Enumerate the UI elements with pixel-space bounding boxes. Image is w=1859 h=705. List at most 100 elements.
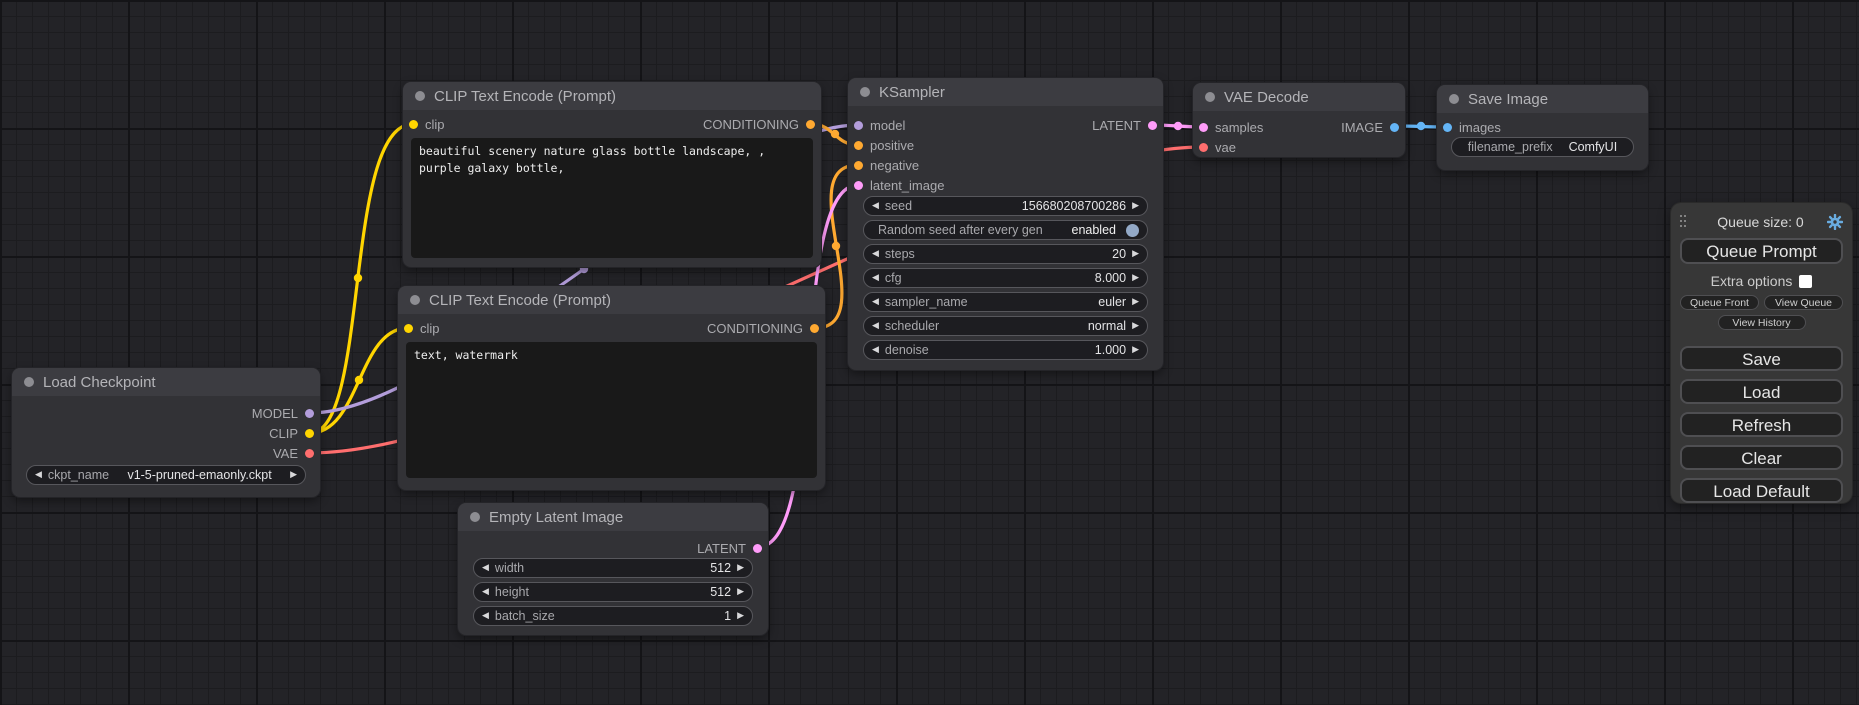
collapse-dot-icon[interactable] [470, 512, 480, 522]
node-empty-latent-titlebar[interactable]: Empty Latent Image [458, 503, 768, 531]
latent-output-label: LATENT [697, 541, 746, 556]
drag-handle-icon[interactable] [1680, 215, 1688, 230]
collapse-dot-icon[interactable] [1449, 94, 1459, 104]
random-seed-label: Random seed after every gen [878, 223, 1043, 237]
latent-output-port[interactable] [1148, 121, 1157, 130]
clip-input-port[interactable] [404, 324, 413, 333]
positive-input-label: positive [870, 138, 914, 153]
collapse-dot-icon[interactable] [415, 91, 425, 101]
node-clip-positive-titlebar[interactable]: CLIP Text Encode (Prompt) [403, 82, 821, 110]
sampler-name-widget[interactable]: ◀ sampler_name euler ▶ [863, 292, 1148, 312]
queue-size-label: Queue size: 0 [1694, 214, 1827, 230]
load-default-button[interactable]: Load Default [1680, 478, 1843, 503]
denoise-label: denoise [885, 343, 929, 357]
model-output-port[interactable] [305, 409, 314, 418]
clear-button[interactable]: Clear [1680, 445, 1843, 470]
conditioning-output-port[interactable] [806, 120, 815, 129]
vae-input-label: vae [1215, 140, 1236, 155]
cfg-value: 8.000 [1095, 271, 1126, 285]
increment-arrow-icon[interactable]: ▶ [290, 470, 297, 480]
batch-size-label: batch_size [495, 609, 555, 623]
node-clip-negative-titlebar[interactable]: CLIP Text Encode (Prompt) [398, 286, 825, 314]
toggle-knob-icon[interactable] [1126, 224, 1139, 237]
model-input-port[interactable] [854, 121, 863, 130]
increment-arrow-icon[interactable]: ▶ [1132, 345, 1139, 355]
conditioning-output-port[interactable] [810, 324, 819, 333]
refresh-button[interactable]: Refresh [1680, 412, 1843, 437]
scheduler-widget[interactable]: ◀ scheduler normal ▶ [863, 316, 1148, 336]
latent-image-input-port[interactable] [854, 181, 863, 190]
positive-input-port[interactable] [854, 141, 863, 150]
node-save-image-titlebar[interactable]: Save Image [1437, 85, 1648, 113]
positive-prompt-text[interactable]: beautiful scenery nature glass bottle la… [411, 138, 813, 258]
width-widget[interactable]: ◀ width 512 ▶ [473, 558, 753, 578]
samples-input-port[interactable] [1199, 123, 1208, 132]
queue-front-button[interactable]: Queue Front [1680, 295, 1759, 310]
batch-size-widget[interactable]: ◀ batch_size 1 ▶ [473, 606, 753, 626]
view-history-button[interactable]: View History [1718, 315, 1806, 330]
images-input-port[interactable] [1443, 123, 1452, 132]
clip-output-port[interactable] [305, 429, 314, 438]
image-output-port[interactable] [1390, 123, 1399, 132]
node-load-checkpoint-titlebar[interactable]: Load Checkpoint [12, 368, 320, 396]
node-clip-text-encode-negative: CLIP Text Encode (Prompt) clip CONDITION… [398, 286, 825, 490]
decrement-arrow-icon[interactable]: ◀ [872, 297, 879, 307]
decrement-arrow-icon[interactable]: ◀ [872, 201, 879, 211]
decrement-arrow-icon[interactable]: ◀ [872, 273, 879, 283]
seed-value: 156680208700286 [1022, 199, 1126, 213]
increment-arrow-icon[interactable]: ▶ [737, 563, 744, 573]
decrement-arrow-icon[interactable]: ◀ [482, 587, 489, 597]
latent-output-port[interactable] [753, 544, 762, 553]
images-input-label: images [1459, 120, 1501, 135]
negative-prompt-text[interactable]: text, watermark [406, 342, 817, 478]
vae-output-port[interactable] [305, 449, 314, 458]
collapse-dot-icon[interactable] [1205, 92, 1215, 102]
clip-output-label: CLIP [269, 426, 298, 441]
increment-arrow-icon[interactable]: ▶ [1132, 201, 1139, 211]
increment-arrow-icon[interactable]: ▶ [1132, 249, 1139, 259]
batch-size-value: 1 [724, 609, 731, 623]
increment-arrow-icon[interactable]: ▶ [1132, 321, 1139, 331]
decrement-arrow-icon[interactable]: ◀ [482, 563, 489, 573]
load-button[interactable]: Load [1680, 379, 1843, 404]
queue-panel: Queue size: 0 Queue Prompt Extra options… [1671, 203, 1852, 503]
width-label: width [495, 561, 524, 575]
collapse-dot-icon[interactable] [860, 87, 870, 97]
node-save-image: Save Image images filename_prefix ComfyU… [1437, 85, 1648, 170]
decrement-arrow-icon[interactable]: ◀ [872, 345, 879, 355]
increment-arrow-icon[interactable]: ▶ [737, 611, 744, 621]
random-seed-toggle-widget[interactable]: Random seed after every gen enabled [863, 220, 1148, 240]
decrement-arrow-icon[interactable]: ◀ [482, 611, 489, 621]
height-widget[interactable]: ◀ height 512 ▶ [473, 582, 753, 602]
increment-arrow-icon[interactable]: ▶ [737, 587, 744, 597]
node-vae-decode-titlebar[interactable]: VAE Decode [1193, 83, 1405, 111]
node-ksampler-titlebar[interactable]: KSampler [848, 78, 1163, 106]
save-button[interactable]: Save [1680, 346, 1843, 371]
vae-output-label: VAE [273, 446, 298, 461]
extra-options-checkbox[interactable] [1799, 275, 1812, 288]
increment-arrow-icon[interactable]: ▶ [1132, 297, 1139, 307]
steps-widget[interactable]: ◀ steps 20 ▶ [863, 244, 1148, 264]
latent-output-label: LATENT [1092, 118, 1141, 133]
clip-input-label: clip [425, 117, 445, 132]
increment-arrow-icon[interactable]: ▶ [1132, 273, 1139, 283]
scheduler-label: scheduler [885, 319, 939, 333]
vae-input-port[interactable] [1199, 143, 1208, 152]
decrement-arrow-icon[interactable]: ◀ [872, 321, 879, 331]
collapse-dot-icon[interactable] [410, 295, 420, 305]
negative-input-port[interactable] [854, 161, 863, 170]
sampler-name-label: sampler_name [885, 295, 968, 309]
decrement-arrow-icon[interactable]: ◀ [872, 249, 879, 259]
filename-prefix-widget[interactable]: filename_prefix ComfyUI [1451, 137, 1634, 157]
seed-widget[interactable]: ◀ seed 156680208700286 ▶ [863, 196, 1148, 216]
scheduler-value: normal [1088, 319, 1126, 333]
decrement-arrow-icon[interactable]: ◀ [35, 470, 42, 480]
clip-input-port[interactable] [409, 120, 418, 129]
view-queue-button[interactable]: View Queue [1764, 295, 1843, 310]
collapse-dot-icon[interactable] [24, 377, 34, 387]
cfg-widget[interactable]: ◀ cfg 8.000 ▶ [863, 268, 1148, 288]
settings-gear-icon[interactable] [1827, 214, 1843, 230]
ckpt-name-widget[interactable]: ◀ ckpt_name v1-5-pruned-emaonly.ckpt ▶ [26, 465, 306, 485]
queue-prompt-button[interactable]: Queue Prompt [1680, 238, 1843, 264]
denoise-widget[interactable]: ◀ denoise 1.000 ▶ [863, 340, 1148, 360]
